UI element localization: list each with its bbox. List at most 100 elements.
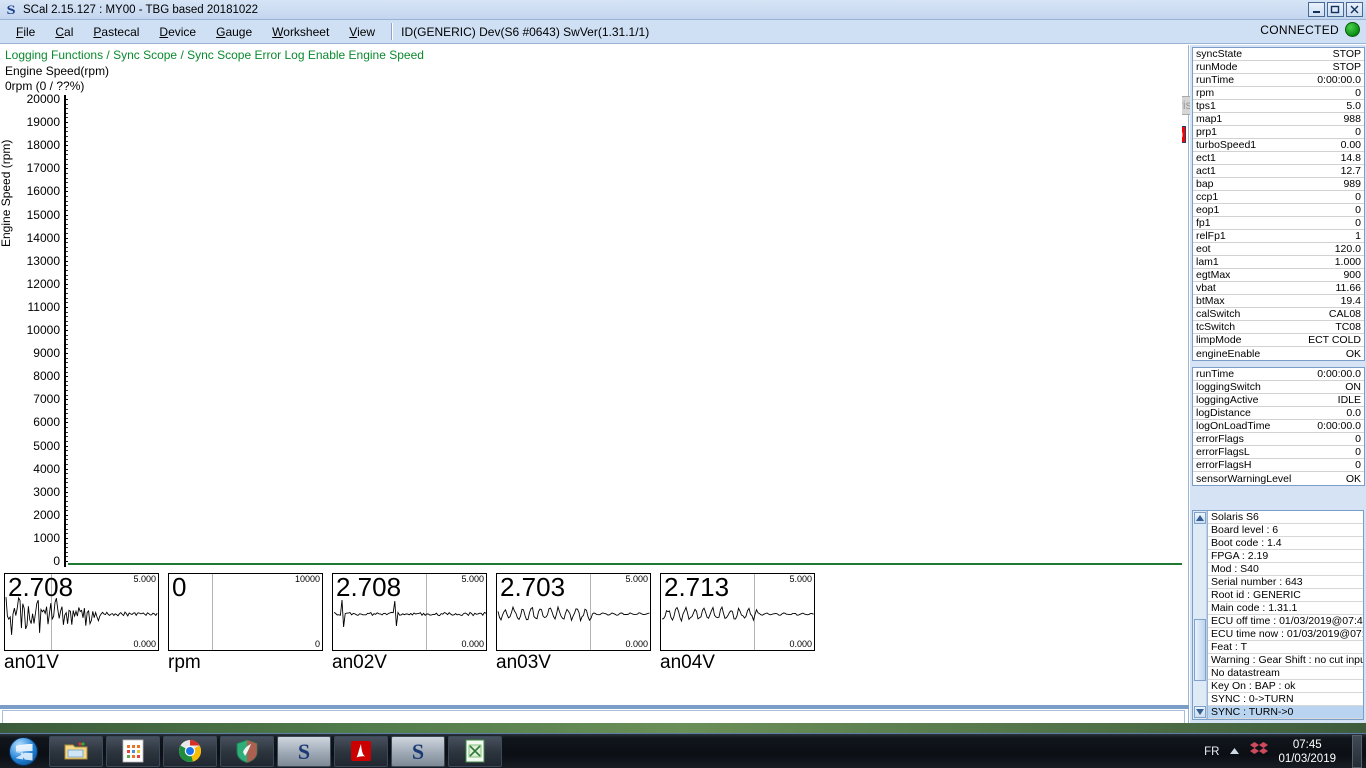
gauge-rpm[interactable]: 0100000rpm [168, 573, 323, 703]
chart-plot-area[interactable] [68, 95, 1182, 567]
logging-row[interactable]: runTime0:00:00.0 [1193, 368, 1364, 381]
info-list-item[interactable]: Key On : BAP : ok [1208, 680, 1363, 693]
adobe-reader-icon[interactable] [334, 736, 388, 767]
menu-pastecal[interactable]: Pastecal [83, 23, 149, 41]
info-list-item[interactable]: Warning : Gear Shift : no cut input fo [1208, 654, 1363, 667]
info-list-item[interactable]: No datastream [1208, 667, 1363, 680]
menu-device[interactable]: Device [149, 23, 206, 41]
menu-view[interactable]: View [339, 23, 385, 41]
clock-date: 01/03/2019 [1278, 752, 1336, 766]
status-row[interactable]: relFp11 [1193, 230, 1364, 243]
restore-icon[interactable] [1327, 2, 1344, 17]
status-row[interactable]: fp10 [1193, 217, 1364, 230]
gauge-plot[interactable]: 0100000 [168, 573, 323, 651]
status-datagrid[interactable]: syncStateSTOPrunModeSTOPrunTime0:00:00.0… [1192, 47, 1365, 361]
gauge-plot[interactable]: 2.7135.0000.000 [660, 573, 815, 651]
logging-row[interactable]: errorFlags0 [1193, 433, 1364, 446]
logging-row[interactable]: errorFlagsL0 [1193, 446, 1364, 459]
panel-splitter[interactable] [0, 705, 1189, 709]
show-hidden-icons-icon[interactable] [1229, 747, 1240, 757]
gauge-an04V[interactable]: 2.7135.0000.000an04V [660, 573, 815, 703]
scal-app-icon-2[interactable]: S [391, 736, 445, 767]
info-list-item[interactable]: FPGA : 2.19 [1208, 550, 1363, 563]
scal-app-icon[interactable]: S [277, 736, 331, 767]
status-row[interactable]: runTime0:00:00.0 [1193, 74, 1364, 87]
status-row[interactable]: limpModeECT COLD [1193, 334, 1364, 347]
status-row[interactable]: eot120.0 [1193, 243, 1364, 256]
status-row[interactable]: ect114.8 [1193, 152, 1364, 165]
info-list-item[interactable]: Boot code : 1.4 [1208, 537, 1363, 550]
dropbox-icon[interactable] [1250, 741, 1268, 762]
status-row[interactable]: tcSwitchTC08 [1193, 321, 1364, 334]
gauge-an02V[interactable]: 2.7085.0000.000an02V [332, 573, 487, 703]
file-explorer-icon[interactable] [49, 736, 103, 767]
status-row[interactable]: bap989 [1193, 178, 1364, 191]
scrollbar-thumb[interactable] [1194, 619, 1206, 681]
menu-separator [391, 23, 393, 40]
scroll-up-icon[interactable] [1194, 512, 1206, 524]
row-key: logDistance [1196, 407, 1251, 419]
status-row[interactable]: lam11.000 [1193, 256, 1364, 269]
info-list-item[interactable]: Feat : T [1208, 641, 1363, 654]
info-list-item[interactable]: Serial number : 643 [1208, 576, 1363, 589]
gauge-an01V[interactable]: 2.7085.0000.000an01V [4, 573, 159, 703]
info-list-item[interactable]: Solaris S6 [1208, 511, 1363, 524]
status-row[interactable]: act112.7 [1193, 165, 1364, 178]
windows-start-icon[interactable] [0, 735, 46, 768]
status-row[interactable]: prp10 [1193, 126, 1364, 139]
status-row[interactable]: syncStateSTOP [1193, 48, 1364, 61]
y-axis-tick-label: 1000 [2, 533, 60, 543]
row-value: 0 [1355, 126, 1361, 138]
logging-row[interactable]: sensorWarningLevelOK [1193, 472, 1364, 485]
app-grid-icon[interactable] [106, 736, 160, 767]
tray-language[interactable]: FR [1204, 746, 1219, 758]
minimize-icon[interactable] [1308, 2, 1325, 17]
engine-speed-chart[interactable]: Engine Speed (rpm) 200001900018000170001… [2, 95, 1182, 567]
excel-icon[interactable] [448, 736, 502, 767]
row-value: 900 [1343, 269, 1361, 281]
gauge-plot[interactable]: 2.7035.0000.000 [496, 573, 651, 651]
info-list-item[interactable]: Main code : 1.31.1 [1208, 602, 1363, 615]
shield-app-icon[interactable] [220, 736, 274, 767]
status-row[interactable]: tps15.0 [1193, 100, 1364, 113]
info-list-item[interactable]: SYNC : 0->TURN [1208, 693, 1363, 706]
status-row[interactable]: vbat11.66 [1193, 282, 1364, 295]
status-row[interactable]: calSwitchCAL08 [1193, 308, 1364, 321]
status-row[interactable]: turboSpeed10.00 [1193, 139, 1364, 152]
logging-row[interactable]: logDistance0.0 [1193, 407, 1364, 420]
close-icon[interactable] [1346, 2, 1363, 17]
status-row[interactable]: rpm0 [1193, 87, 1364, 100]
menu-file[interactable]: File [6, 23, 45, 41]
device-info-list[interactable]: Solaris S6Board level : 6Boot code : 1.4… [1207, 511, 1363, 719]
status-row[interactable]: engineEnableOK [1193, 347, 1364, 360]
info-list-item[interactable]: ECU off time : 01/03/2019@07:40:14 [1208, 615, 1363, 628]
scroll-down-icon[interactable] [1194, 706, 1206, 718]
row-key: act1 [1196, 165, 1216, 177]
status-row[interactable]: map1988 [1193, 113, 1364, 126]
gauge-plot[interactable]: 2.7085.0000.000 [4, 573, 159, 651]
status-row[interactable]: btMax19.4 [1193, 295, 1364, 308]
status-row[interactable]: eop10 [1193, 204, 1364, 217]
status-row[interactable]: runModeSTOP [1193, 61, 1364, 74]
info-list-item[interactable]: Mod : S40 [1208, 563, 1363, 576]
menu-cal[interactable]: Cal [45, 23, 83, 41]
menu-worksheet[interactable]: Worksheet [262, 23, 339, 41]
chrome-icon[interactable] [163, 736, 217, 767]
status-row[interactable]: egtMax900 [1193, 269, 1364, 282]
logging-row[interactable]: loggingSwitchON [1193, 381, 1364, 394]
gauge-an03V[interactable]: 2.7035.0000.000an03V [496, 573, 651, 703]
taskbar-clock[interactable]: 07:45 01/03/2019 [1278, 738, 1336, 766]
info-list-item[interactable]: ECU time now : 01/03/2019@07:41:5 [1208, 628, 1363, 641]
info-list-item[interactable]: SYNC : TURN->0 [1208, 706, 1363, 719]
info-list-item[interactable]: Board level : 6 [1208, 524, 1363, 537]
status-row[interactable]: ccp10 [1193, 191, 1364, 204]
gauge-plot[interactable]: 2.7085.0000.000 [332, 573, 487, 651]
info-scrollbar[interactable] [1193, 511, 1207, 719]
info-list-item[interactable]: Root id : GENERIC [1208, 589, 1363, 602]
menu-gauge[interactable]: Gauge [206, 23, 262, 41]
logging-row[interactable]: logOnLoadTime0:00:00.0 [1193, 420, 1364, 433]
logging-row[interactable]: loggingActiveIDLE [1193, 394, 1364, 407]
logging-datagrid[interactable]: runTime0:00:00.0loggingSwitchONloggingAc… [1192, 367, 1365, 486]
show-desktop-button[interactable] [1352, 735, 1362, 768]
logging-row[interactable]: errorFlagsH0 [1193, 459, 1364, 472]
